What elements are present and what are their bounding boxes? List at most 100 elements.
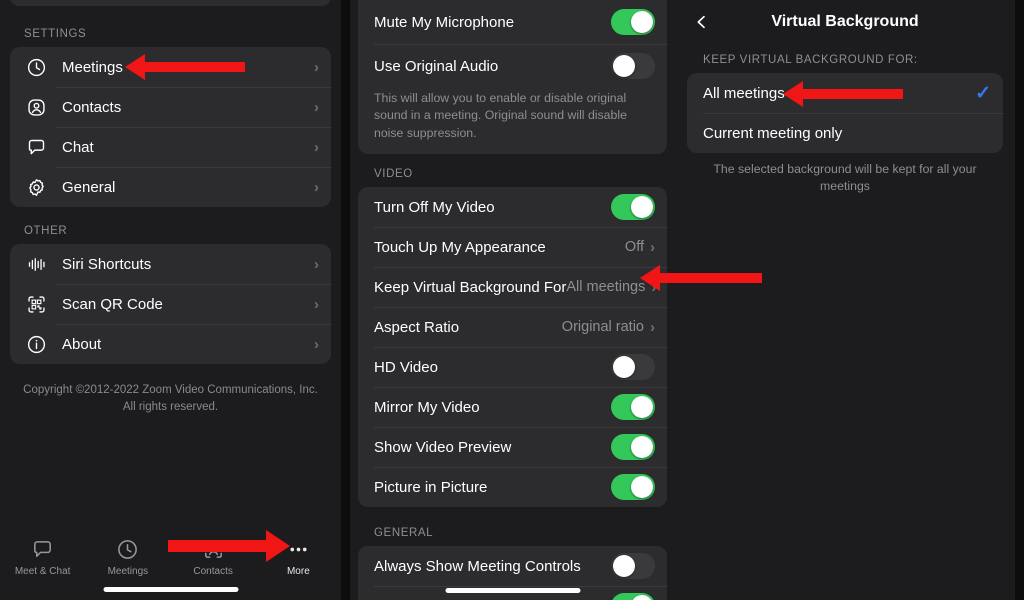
row-label: Aspect Ratio [374, 319, 562, 336]
sidebar-item-about[interactable]: About › [10, 324, 331, 364]
option-all-meetings[interactable]: All meetings ✓ [687, 73, 1003, 113]
toggle-knob [631, 476, 653, 498]
option-label: Current meeting only [703, 125, 991, 142]
row-always-show-meeting-controls[interactable]: Always Show Meeting Controls [358, 546, 667, 586]
meeting-settings-scroll[interactable]: Mute My Microphone Use Original Audio Th… [358, 0, 667, 600]
chevron-right-icon: › [314, 180, 319, 195]
sidebar-item-label: Scan QR Code [62, 296, 314, 313]
toggle-hd-video[interactable] [611, 354, 655, 380]
copyright-line-1: Copyright ©2012-2022 Zoom Video Communic… [18, 382, 323, 399]
app-screenshot: SETTINGS Meetings › [0, 0, 1024, 600]
chevron-right-icon: › [650, 320, 655, 335]
row-hd-video[interactable]: HD Video [358, 347, 667, 387]
row-aspect-ratio[interactable]: Aspect Ratio Original ratio › [358, 307, 667, 347]
option-label: All meetings [703, 85, 975, 102]
settings-card: Meetings › Contacts › [10, 47, 331, 207]
panel-divider [341, 0, 350, 600]
toggle-always-show-meeting-controls[interactable] [611, 553, 655, 579]
sidebar-item-contacts[interactable]: Contacts › [10, 87, 331, 127]
row-touch-up-my-appearance[interactable]: Touch Up My Appearance Off › [358, 227, 667, 267]
toggle-show-video-preview[interactable] [611, 434, 655, 460]
row-value: Off [625, 239, 644, 255]
gear-icon [24, 175, 48, 199]
section-header-settings: SETTINGS [10, 28, 331, 47]
check-icon: ✓ [975, 84, 991, 103]
row-keep-virtual-background-for[interactable]: Keep Virtual Background For All meetings… [358, 267, 667, 307]
row-label: Keep Virtual Background For [374, 279, 566, 296]
chat-bubble-icon [24, 135, 48, 159]
home-indicator [445, 588, 580, 593]
chevron-right-icon: › [651, 280, 656, 295]
tab-meet-and-chat[interactable]: Meet & Chat [0, 528, 85, 600]
toggle-knob [613, 356, 635, 378]
section-header-other: OTHER [10, 225, 331, 244]
toggle-knob [631, 11, 653, 33]
video-card: Turn Off My Video Touch Up My Appearance… [358, 187, 667, 507]
waveform-icon [24, 252, 48, 276]
row-label: Touch Up My Appearance [374, 239, 625, 256]
sidebar-item-general[interactable]: General › [10, 167, 331, 207]
toggle-show-closed-captioning[interactable] [611, 593, 655, 600]
nav-bar: Virtual Background [675, 0, 1015, 44]
toggle-knob [631, 595, 653, 600]
chevron-right-icon: › [314, 337, 319, 352]
chevron-right-icon: › [650, 240, 655, 255]
sidebar-item-label: About [62, 336, 314, 353]
row-mute-my-microphone[interactable]: Mute My Microphone [358, 0, 667, 44]
toggle-mute-my-microphone[interactable] [611, 9, 655, 35]
row-label: Use Original Audio [374, 58, 611, 75]
toggle-turn-off-my-video[interactable] [611, 194, 655, 220]
meeting-settings-panel: Mute My Microphone Use Original Audio Th… [350, 0, 675, 600]
row-label: Always Show Meeting Controls [374, 558, 611, 575]
spacer [358, 507, 667, 527]
row-label: Turn Off My Video [374, 199, 611, 216]
keep-for-footnote: The selected background will be kept for… [687, 153, 1003, 208]
chat-bubble-icon [31, 537, 54, 561]
sidebar-item-siri-shortcuts[interactable]: Siri Shortcuts › [10, 244, 331, 284]
row-show-video-preview[interactable]: Show Video Preview [358, 427, 667, 467]
sidebar-item-meetings[interactable]: Meetings › [10, 47, 331, 87]
page-title: Virtual Background [771, 13, 918, 31]
settings-panel: SETTINGS Meetings › [0, 0, 341, 600]
sidebar-item-scan-qr-code[interactable]: Scan QR Code › [10, 284, 331, 324]
chevron-right-icon: › [314, 297, 319, 312]
sidebar-item-label: Siri Shortcuts [62, 256, 314, 273]
chevron-right-icon: › [314, 100, 319, 115]
toggle-mirror-my-video[interactable] [611, 394, 655, 420]
audio-footnote: This will allow you to enable or disable… [358, 88, 667, 154]
section-header-general: GENERAL [358, 527, 667, 546]
row-label: Mirror My Video [374, 399, 611, 416]
spacer [358, 154, 667, 168]
toggle-picture-in-picture[interactable] [611, 474, 655, 500]
row-turn-off-my-video[interactable]: Turn Off My Video [358, 187, 667, 227]
tab-label: Contacts [193, 566, 232, 577]
settings-list: SETTINGS Meetings › [10, 28, 331, 415]
sidebar-item-chat[interactable]: Chat › [10, 127, 331, 167]
row-label: Show Video Preview [374, 439, 611, 456]
row-picture-in-picture[interactable]: Picture in Picture [358, 467, 667, 507]
row-value: All meetings [566, 279, 645, 295]
back-button[interactable] [687, 8, 715, 36]
keep-for-options-card: All meetings ✓ Current meeting only [687, 73, 1003, 153]
ellipsis-icon [287, 537, 310, 561]
row-use-original-audio[interactable]: Use Original Audio [358, 44, 667, 88]
virtual-background-content: KEEP VIRTUAL BACKGROUND FOR: All meeting… [675, 44, 1015, 208]
toggle-knob [613, 55, 635, 77]
sidebar-item-label: General [62, 179, 314, 196]
tab-more[interactable]: More [256, 528, 341, 600]
toggle-use-original-audio[interactable] [611, 53, 655, 79]
clock-icon [24, 55, 48, 79]
sidebar-item-label: Meetings [62, 59, 314, 76]
option-current-meeting-only[interactable]: Current meeting only [687, 113, 1003, 153]
row-mirror-my-video[interactable]: Mirror My Video [358, 387, 667, 427]
toggle-knob [631, 436, 653, 458]
sidebar-item-label: Contacts [62, 99, 314, 116]
chevron-left-icon [693, 11, 710, 33]
toggle-knob [631, 396, 653, 418]
row-value: Original ratio [562, 319, 644, 335]
toggle-knob [613, 555, 635, 577]
section-header-video: VIDEO [358, 168, 667, 187]
tab-label: More [287, 566, 310, 577]
row-label: HD Video [374, 359, 611, 376]
section-header-keep-virtual-background: KEEP VIRTUAL BACKGROUND FOR: [687, 44, 1003, 73]
